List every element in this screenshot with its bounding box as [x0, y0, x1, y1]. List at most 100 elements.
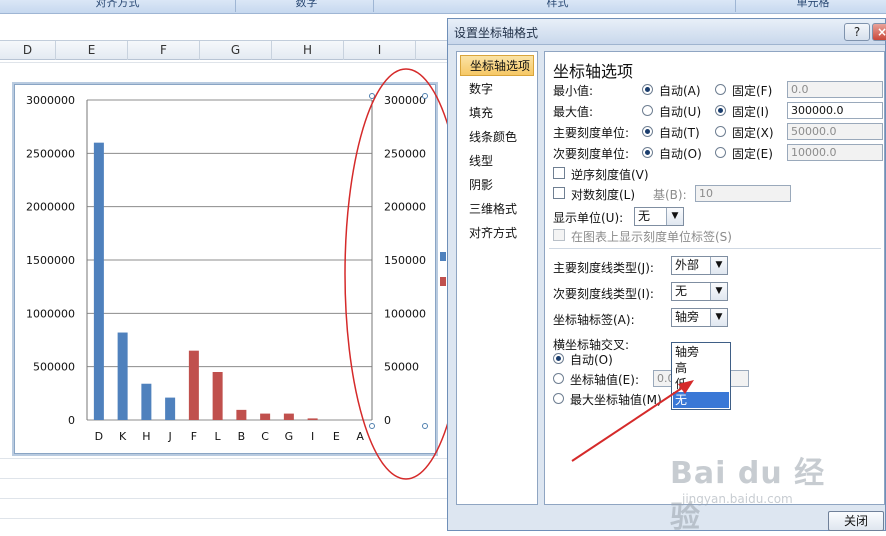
- max-value-input[interactable]: 300000.0: [787, 102, 883, 119]
- nav-item-line-style[interactable]: 线型: [460, 151, 534, 172]
- cross-max-radio[interactable]: [553, 393, 564, 404]
- primary-y-tick-label: 0: [68, 414, 75, 427]
- nav-item-3d-format[interactable]: 三维格式: [460, 199, 534, 220]
- axis-labels-select[interactable]: 轴旁 ▼: [671, 308, 728, 327]
- category-nav-list[interactable]: 坐标轴选项 数字 填充 线条颜色 线型 阴影 三维格式 对齐方式: [456, 51, 538, 505]
- column-header-f[interactable]: F: [128, 41, 200, 60]
- x-tick-label: K: [119, 430, 127, 443]
- axis-selection-handle: [369, 93, 375, 99]
- chevron-down-icon[interactable]: ▼: [710, 283, 727, 300]
- chevron-down-icon[interactable]: ▼: [710, 257, 727, 274]
- major-fixed-radio[interactable]: [715, 126, 726, 137]
- bar-series-1-F: [188, 350, 199, 420]
- display-units-select[interactable]: 无 ▼: [634, 207, 684, 226]
- axis-selection-handle: [422, 93, 428, 99]
- close-x-button[interactable]: ×: [872, 23, 886, 41]
- minor-fixed-radio[interactable]: [715, 147, 726, 158]
- axis-labels-dropdown-list[interactable]: 轴旁 高 低 无: [671, 342, 731, 410]
- min-fixed-radio[interactable]: [715, 84, 726, 95]
- cross-auto-radio[interactable]: [553, 353, 564, 364]
- reverse-order-checkbox[interactable]: [553, 167, 565, 179]
- min-value-input[interactable]: 0.0: [787, 81, 883, 98]
- x-tick-label: I: [311, 430, 314, 443]
- x-tick-label: F: [191, 430, 197, 443]
- bar-series-1-L: [212, 372, 223, 420]
- x-tick-label: D: [95, 430, 103, 443]
- nav-item-line-color[interactable]: 线条颜色: [460, 127, 534, 148]
- ribbon-group-number[interactable]: 数字: [240, 0, 374, 12]
- minor-auto-text: 自动(O): [659, 147, 702, 161]
- chart-area[interactable]: 3000000 300000 2500000 250000 2000000 200000 1…: [12, 82, 438, 456]
- x-tick-label: J: [168, 430, 172, 443]
- bar-series-1-I: [307, 418, 318, 420]
- axis-selection-handle: [369, 423, 375, 429]
- chevron-down-icon[interactable]: ▼: [666, 208, 683, 225]
- major-auto-radio[interactable]: [642, 126, 653, 137]
- baidu-watermark: Bai du 经验 jingyan.baidu.com: [666, 448, 846, 535]
- secondary-y-tick-label: 100000: [384, 307, 426, 320]
- log-base-input[interactable]: 10: [695, 185, 791, 202]
- x-tick-label: E: [333, 430, 340, 443]
- column-header-g[interactable]: G: [200, 41, 272, 60]
- dropdown-option-high[interactable]: 高: [673, 360, 729, 376]
- minor-tick-type-select[interactable]: 无 ▼: [671, 282, 728, 301]
- bar-series-1-C: [260, 413, 271, 420]
- column-header-row: D E F G H I: [0, 40, 448, 60]
- ribbon-group-cells[interactable]: 单元格: [740, 0, 886, 12]
- nav-item-fill[interactable]: 填充: [460, 103, 534, 124]
- axis-selection-handle: [422, 423, 428, 429]
- primary-y-tick-label: 2500000: [26, 147, 75, 160]
- legend-mark-red: [440, 277, 446, 286]
- max-auto-radio[interactable]: [642, 105, 653, 116]
- reverse-order-text: 逆序刻度值(V): [571, 168, 649, 182]
- major-unit-input[interactable]: 50000.0: [787, 123, 883, 140]
- column-header-i[interactable]: I: [344, 41, 416, 60]
- nav-item-alignment[interactable]: 对齐方式: [460, 223, 534, 244]
- grid-line: [0, 62, 448, 63]
- x-tick-label: C: [261, 430, 269, 443]
- max-fixed-text: 固定(I): [732, 105, 769, 119]
- legend-mark-blue: [440, 252, 446, 261]
- secondary-y-tick-label: 0: [384, 414, 391, 427]
- bar-series-0-H: [141, 383, 152, 420]
- show-units-checkbox[interactable]: [553, 229, 565, 241]
- log-scale-checkbox[interactable]: [553, 187, 565, 199]
- bar-series-0-K: [117, 332, 128, 420]
- grid-line: [0, 458, 448, 459]
- minor-tick-type-label: 次要刻度线类型(I):: [553, 287, 654, 301]
- max-fixed-radio[interactable]: [715, 105, 726, 116]
- major-tick-type-label: 主要刻度线类型(J):: [553, 261, 654, 275]
- min-auto-radio[interactable]: [642, 84, 653, 95]
- column-header-e[interactable]: E: [56, 41, 128, 60]
- major-tick-type-value: 外部: [675, 258, 700, 272]
- bar-chart[interactable]: 3000000 300000 2500000 250000 2000000 200000 1…: [15, 85, 437, 455]
- nav-item-shadow[interactable]: 阴影: [460, 175, 534, 196]
- max-auto-text: 自动(U): [659, 105, 702, 119]
- chevron-down-icon[interactable]: ▼: [710, 309, 727, 326]
- ribbon-group-alignment[interactable]: 对齐方式: [0, 0, 236, 12]
- column-header-h[interactable]: H: [272, 41, 344, 60]
- dropdown-option-next-to-axis[interactable]: 轴旁: [673, 344, 729, 360]
- dropdown-option-low[interactable]: 低: [673, 376, 729, 392]
- column-header-d[interactable]: D: [0, 41, 56, 60]
- major-fixed-text: 固定(X): [732, 126, 774, 140]
- cross-max-text: 最大坐标轴值(M): [570, 393, 662, 407]
- nav-item-number[interactable]: 数字: [460, 79, 534, 100]
- primary-y-tick-label: 1500000: [26, 254, 75, 267]
- minor-unit-input[interactable]: 10000.0: [787, 144, 883, 161]
- dropdown-option-none[interactable]: 无: [673, 392, 729, 408]
- secondary-y-tick-label: 300000: [384, 94, 426, 107]
- major-tick-type-select[interactable]: 外部 ▼: [671, 256, 728, 275]
- secondary-y-tick-label: 250000: [384, 147, 426, 160]
- log-base-label: 基(B):: [653, 188, 687, 202]
- x-tick-label: G: [285, 430, 294, 443]
- grid-line: [0, 478, 448, 479]
- minor-auto-radio[interactable]: [642, 147, 653, 158]
- section-title: 坐标轴选项: [553, 62, 634, 81]
- help-button[interactable]: ?: [844, 23, 870, 41]
- cross-value-radio[interactable]: [553, 373, 564, 384]
- ribbon-group-styles[interactable]: 样式: [380, 0, 736, 12]
- x-tick-label: H: [142, 430, 150, 443]
- dialog-titlebar[interactable]: 设置坐标轴格式 ? ×: [448, 19, 886, 45]
- nav-item-axis-options[interactable]: 坐标轴选项: [460, 55, 534, 76]
